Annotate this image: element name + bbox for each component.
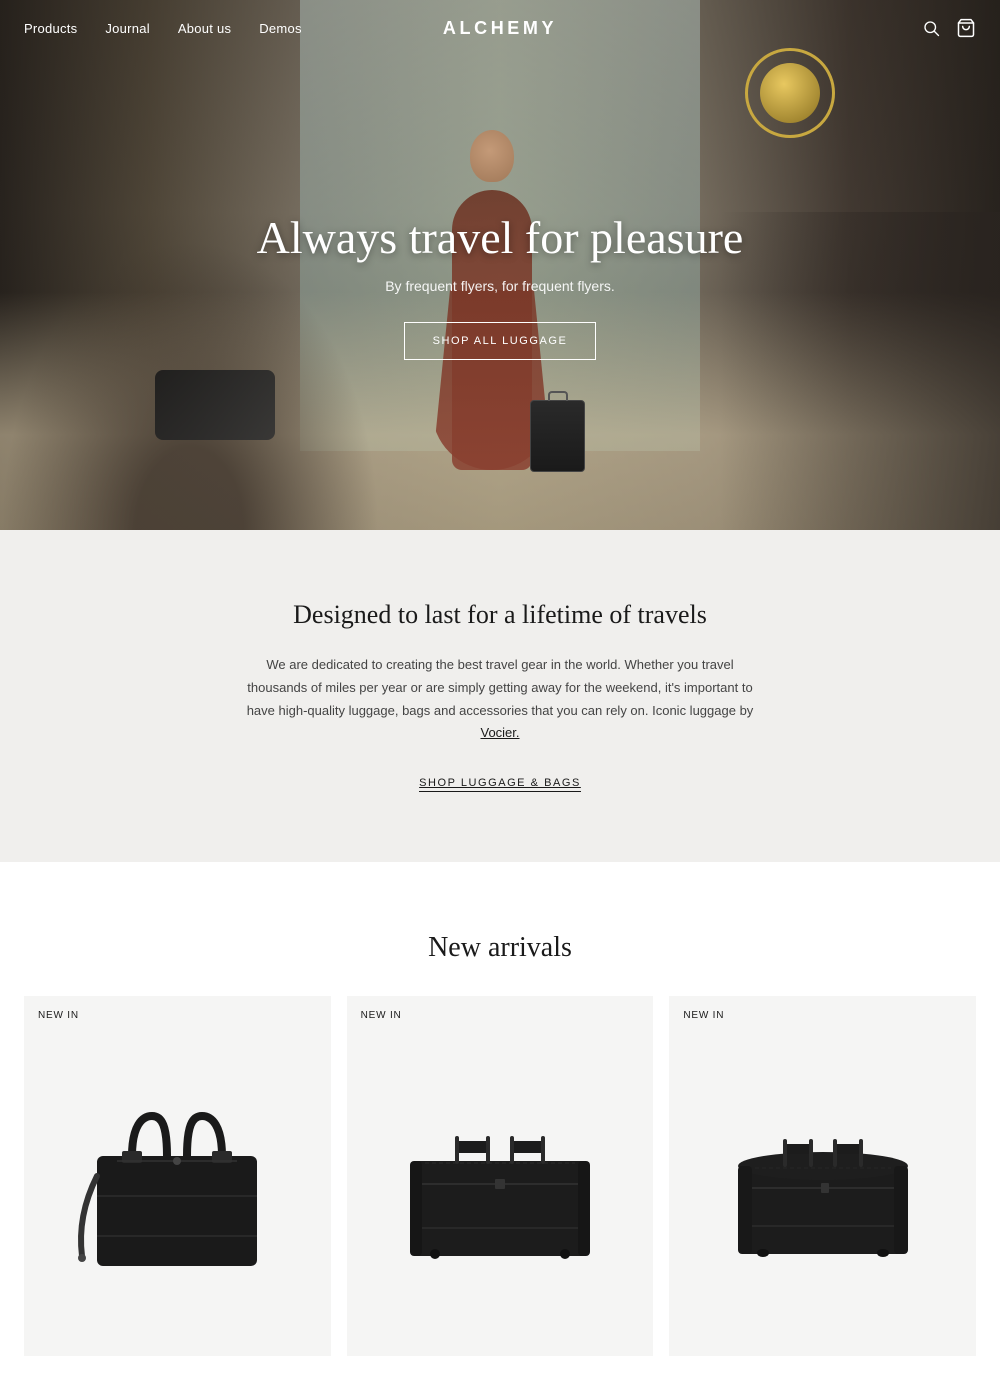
hero-content: Always travel for pleasure By frequent f… [0,0,1000,530]
nav-item-products[interactable]: Products [24,21,77,36]
arrivals-section: New arrivals NEW IN [0,862,1000,1396]
new-in-badge-3: NEW IN [683,1010,724,1021]
products-grid: NEW IN [24,996,976,1356]
nav-right [922,18,976,38]
new-in-badge-1: NEW IN [38,1010,79,1021]
search-icon[interactable] [922,19,940,37]
product-card-2[interactable]: NEW IN [347,996,654,1356]
nav-item-demos[interactable]: Demos [259,21,301,36]
hero-section: Always travel for pleasure By frequent f… [0,0,1000,530]
cart-icon[interactable] [956,18,976,38]
about-heading: Designed to last for a lifetime of trave… [24,600,976,630]
hero-cta-button[interactable]: SHOP ALL LUGGAGE [404,322,597,360]
product-card-3[interactable]: NEW IN [669,996,976,1356]
about-body: We are dedicated to creating the best tr… [245,654,755,745]
duffle-large-illustration [380,1056,620,1296]
arrivals-heading: New arrivals [24,932,976,964]
nav-item-journal[interactable]: Journal [105,21,149,36]
nav-center: ALCHEMY [443,18,557,39]
site-logo[interactable]: ALCHEMY [443,18,557,38]
shop-luggage-link[interactable]: SHOP LUGGAGE & BAGS [419,777,581,792]
nav-left: Products Journal About us Demos [24,21,302,36]
new-in-badge-2: NEW IN [361,1010,402,1021]
hero-subtitle: By frequent flyers, for frequent flyers. [385,278,615,294]
about-section: Designed to last for a lifetime of trave… [0,530,1000,862]
nav-item-about-us[interactable]: About us [178,21,231,36]
navigation: Products Journal About us Demos ALCHEMY [0,0,1000,56]
hero-title: Always travel for pleasure [257,211,744,264]
tote-bag-illustration [57,1056,297,1296]
product-card-1[interactable]: NEW IN [24,996,331,1356]
vocier-link[interactable]: Vocier. [480,725,519,740]
duffle-medium-illustration [703,1056,943,1296]
